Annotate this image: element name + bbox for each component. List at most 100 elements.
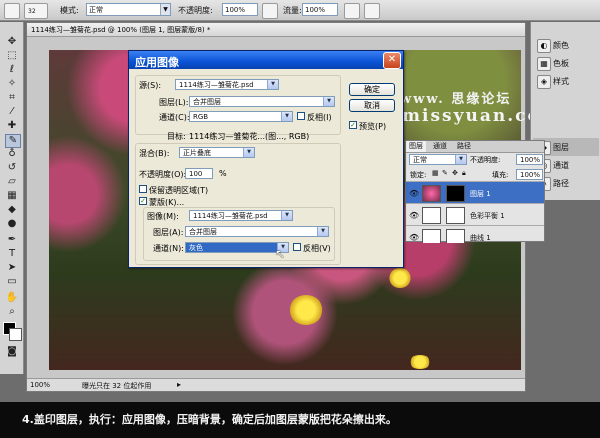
status-bar: 100% 曝光只在 32 位起作用 ▸ xyxy=(27,378,525,391)
background-color-swatch[interactable] xyxy=(9,328,22,341)
opacity-value: 100% xyxy=(225,6,246,14)
dock-item-styles[interactable]: ◈ 样式 xyxy=(533,72,599,90)
layer-opacity-input[interactable]: 100% xyxy=(516,154,543,165)
status-info: 曝光只在 32 位起作用 xyxy=(82,382,152,390)
layer-row[interactable]: 👁︎ 图层 1 xyxy=(406,181,544,204)
gradient-tool-icon[interactable]: ▦ xyxy=(5,190,19,202)
eye-icon[interactable]: 👁︎ xyxy=(409,211,419,220)
eye-icon[interactable]: 👁︎ xyxy=(409,189,419,198)
tab-channels[interactable]: 通道 xyxy=(430,141,450,152)
layer-mask-thumbnail[interactable] xyxy=(446,229,465,243)
tutorial-caption: 4.盖印图层，执行：应用图像，压暗背景，确定后加图层蒙版把花朵擦出来。 xyxy=(22,413,397,426)
clone-stamp-tool-icon[interactable]: ♁ xyxy=(5,148,19,160)
lock-image-icon[interactable]: ✎ xyxy=(442,169,448,177)
shape-tool-icon[interactable]: ▭ xyxy=(5,276,19,288)
dialog-title-bar[interactable]: 应用图像 ✕ xyxy=(129,51,403,69)
hand-tool-icon[interactable]: ✋ xyxy=(5,292,19,304)
pressure-opacity-icon[interactable] xyxy=(262,3,278,19)
layer-blend-select[interactable]: 正常 ▼ xyxy=(409,154,467,165)
type-tool-icon[interactable]: T xyxy=(5,248,19,260)
channel-select[interactable]: RGB ▼ xyxy=(189,111,293,122)
mask-invert-checkbox[interactable] xyxy=(293,243,301,251)
blur-tool-icon[interactable]: ◆ xyxy=(5,204,19,216)
brush-size-picker[interactable]: 32 xyxy=(24,3,48,19)
blending-value: 正片叠底 xyxy=(183,149,211,157)
magic-wand-tool-icon[interactable]: ✧ xyxy=(5,78,19,90)
chevron-down-icon: ▼ xyxy=(267,80,278,89)
eyedropper-tool-icon[interactable]: ⁄ xyxy=(5,106,19,118)
cancel-button[interactable]: 取消 xyxy=(349,99,395,112)
history-brush-tool-icon[interactable]: ↺ xyxy=(5,162,19,174)
dock-item-swatches[interactable]: ▦ 色板 xyxy=(533,54,599,72)
marquee-tool-icon[interactable]: ⬚ xyxy=(5,50,19,62)
preview-label: 预览(P) xyxy=(359,122,387,131)
channel-value: RGB xyxy=(193,113,209,121)
dock-item-label: 色板 xyxy=(553,59,569,68)
opacity-input[interactable]: 100% xyxy=(222,3,258,16)
mask-image-select[interactable]: 1114练习—雏菊花.psd ▼ xyxy=(189,210,293,221)
dialog-opacity-input[interactable]: 100 xyxy=(185,168,213,179)
crop-tool-icon[interactable]: ⌗ xyxy=(5,92,19,104)
layer-opacity-label: 不透明度: xyxy=(470,156,501,164)
layer-mask-thumbnail[interactable] xyxy=(446,207,465,224)
lock-position-icon[interactable]: ✥ xyxy=(452,169,458,177)
zoom-tool-icon[interactable]: ⌕ xyxy=(5,306,19,318)
lock-transparent-icon[interactable]: ▦ xyxy=(432,169,439,177)
mask-layer-select[interactable]: 合并图层 ▼ xyxy=(185,226,329,237)
close-icon[interactable]: ✕ xyxy=(383,52,401,69)
dock-item-label: 图层 xyxy=(553,143,569,152)
layer-mask-thumbnail[interactable] xyxy=(446,185,465,202)
invert-checkbox[interactable] xyxy=(297,112,305,120)
tools-panel: ✥ ⬚ ℓ ✧ ⌗ ⁄ ✚ ✎ ♁ ↺ ▱ ▦ ◆ ● ✒ T ➤ ▭ ✋ ⌕ … xyxy=(0,22,24,374)
lock-all-icon[interactable]: 🔒︎ xyxy=(462,169,466,178)
ok-button[interactable]: 确定 xyxy=(349,83,395,96)
eye-icon[interactable]: 👁︎ xyxy=(409,233,419,242)
color-icon: ◐ xyxy=(537,39,551,53)
brush-tool-icon[interactable]: ✎ xyxy=(5,134,21,148)
pen-tool-icon[interactable]: ✒ xyxy=(5,234,19,246)
mask-checkbox[interactable]: ✓ xyxy=(139,197,147,205)
preserve-transparency-checkbox[interactable] xyxy=(139,185,147,193)
apply-image-dialog: 应用图像 ✕ 源(S): 1114练习—雏菊花.psd ▼ 图层(L): 合并图… xyxy=(128,50,404,268)
pressure-size-icon[interactable] xyxy=(364,3,380,19)
dock-item-label: 颜色 xyxy=(553,41,569,50)
opacity-unit: % xyxy=(219,169,227,178)
brush-size-value: 32 xyxy=(28,8,36,15)
dock-item-color[interactable]: ◐ 颜色 xyxy=(533,36,599,54)
status-arrow-icon[interactable]: ▸ xyxy=(177,380,181,389)
healing-brush-tool-icon[interactable]: ✚ xyxy=(5,120,19,132)
quick-mask-icon[interactable]: ◙ xyxy=(5,346,19,358)
brush-tool-preset-icon[interactable] xyxy=(4,3,20,19)
options-bar: 32 模式: 正常 ▼ 不透明度: 100% 流量: 100% xyxy=(0,0,600,21)
dodge-tool-icon[interactable]: ● xyxy=(5,218,19,230)
fill-input[interactable]: 100% xyxy=(516,169,543,180)
chevron-down-icon: ▼ xyxy=(281,112,292,121)
airbrush-icon[interactable] xyxy=(344,3,360,19)
dialog-opacity-value: 100 xyxy=(189,170,203,178)
tab-paths[interactable]: 路径 xyxy=(454,141,474,152)
layer-row[interactable]: 👁︎ 曲线 1 xyxy=(406,225,544,243)
dialog-title: 应用图像 xyxy=(135,56,179,69)
document-tab[interactable]: 1114练习—雏菊花.psd @ 100% (图层 1, 图层蒙版/8) * xyxy=(27,23,525,37)
flow-input[interactable]: 100% xyxy=(302,3,338,16)
blending-label: 混合(B): xyxy=(139,149,170,158)
layer-select[interactable]: 合并图层 ▼ xyxy=(189,96,335,107)
layer-row[interactable]: 👁︎ 色彩平衡 1 xyxy=(406,203,544,226)
lasso-tool-icon[interactable]: ℓ xyxy=(5,64,19,76)
lock-label: 锁定: xyxy=(410,171,427,179)
layers-panel-tabs: 图层 通道 路径 xyxy=(406,141,544,153)
eraser-tool-icon[interactable]: ▱ xyxy=(5,176,19,188)
tab-layers[interactable]: 图层 xyxy=(406,141,426,152)
mask-image-label: 图像(M): xyxy=(147,212,179,221)
path-selection-tool-icon[interactable]: ➤ xyxy=(5,262,19,274)
source-select[interactable]: 1114练习—雏菊花.psd ▼ xyxy=(175,79,279,90)
mode-select[interactable]: 正常 ▼ xyxy=(86,3,171,16)
chevron-down-icon: ▼ xyxy=(323,97,334,106)
preview-checkbox[interactable]: ✓ xyxy=(349,121,357,129)
mask-channel-select[interactable]: 灰色 ▼ xyxy=(185,242,289,253)
mask-channel-label: 通道(N): xyxy=(153,244,184,253)
zoom-level[interactable]: 100% xyxy=(30,381,50,389)
mask-image-value: 1114练习—雏菊花.psd xyxy=(193,212,268,220)
move-tool-icon[interactable]: ✥ xyxy=(5,36,19,48)
blending-select[interactable]: 正片叠底 ▼ xyxy=(179,147,255,158)
